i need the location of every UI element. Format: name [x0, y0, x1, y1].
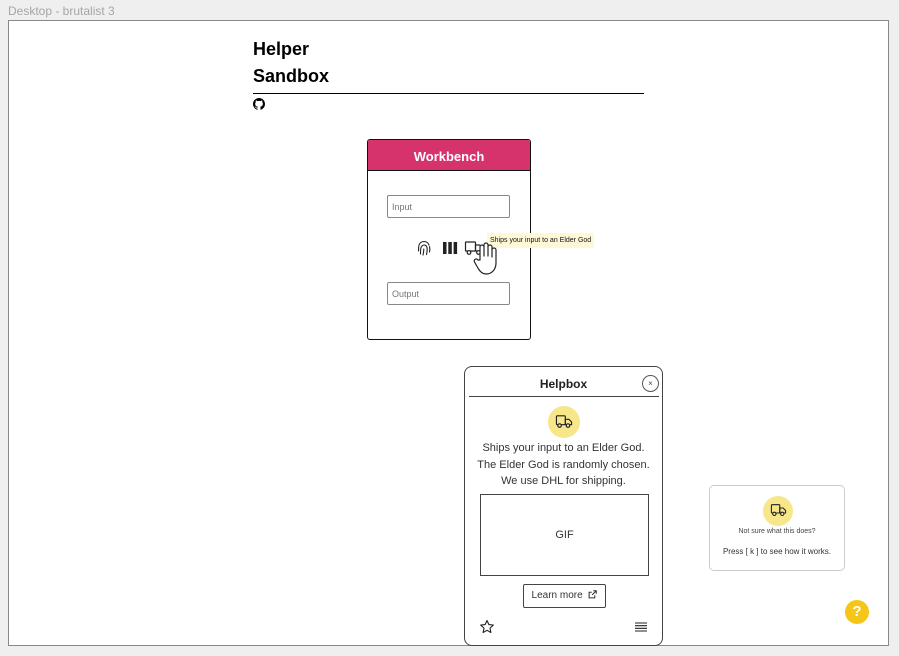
- star-icon[interactable]: [479, 619, 495, 635]
- learn-more-label: Learn more: [531, 590, 583, 601]
- page-title-line1: Helper: [253, 39, 310, 59]
- hint-instruction: Press [ k ] to see how it works.: [722, 547, 832, 556]
- menu-icon[interactable]: [635, 622, 647, 632]
- title-divider: [253, 93, 644, 94]
- helpbox-divider: [469, 396, 659, 397]
- external-link-icon: [589, 590, 598, 599]
- description-line: The Elder God is randomly chosen.: [477, 458, 650, 471]
- workbench-title: Workbench: [368, 140, 530, 171]
- description-line: Ships your input to an Elder God.: [482, 442, 645, 454]
- hint-question: Not sure what this does?: [738, 528, 816, 535]
- hint-card: Not sure what this does? Press [ k ] to …: [709, 485, 845, 571]
- tooltip: Ships your input to an Elder God: [487, 233, 595, 248]
- truck-icon: [770, 504, 787, 517]
- helpbox-panel: Helpbox × Ships your input to an Elder G…: [464, 366, 663, 646]
- close-icon[interactable]: ×: [642, 375, 659, 392]
- help-button[interactable]: ?: [845, 600, 869, 624]
- frame-label: Desktop - brutalist 3: [8, 4, 115, 18]
- learn-more-button[interactable]: Learn more: [523, 584, 606, 608]
- page-title-line2: Sandbox: [253, 66, 330, 86]
- helpbox-badge: [548, 406, 580, 438]
- helpbox-description: Ships your input to an Elder God. The El…: [465, 440, 662, 490]
- hint-badge: [763, 496, 793, 526]
- github-icon[interactable]: [253, 98, 265, 110]
- output-field[interactable]: [387, 282, 510, 305]
- pointer-hand-icon: [473, 242, 497, 275]
- fingerprint-icon[interactable]: [414, 238, 434, 258]
- truck-icon: [555, 415, 573, 428]
- columns-icon[interactable]: [440, 238, 460, 258]
- description-line: We use DHL for shipping.: [501, 475, 626, 487]
- input-field[interactable]: [387, 195, 510, 218]
- gif-placeholder: GIF: [480, 494, 649, 576]
- helpbox-title: Helpbox: [539, 377, 588, 391]
